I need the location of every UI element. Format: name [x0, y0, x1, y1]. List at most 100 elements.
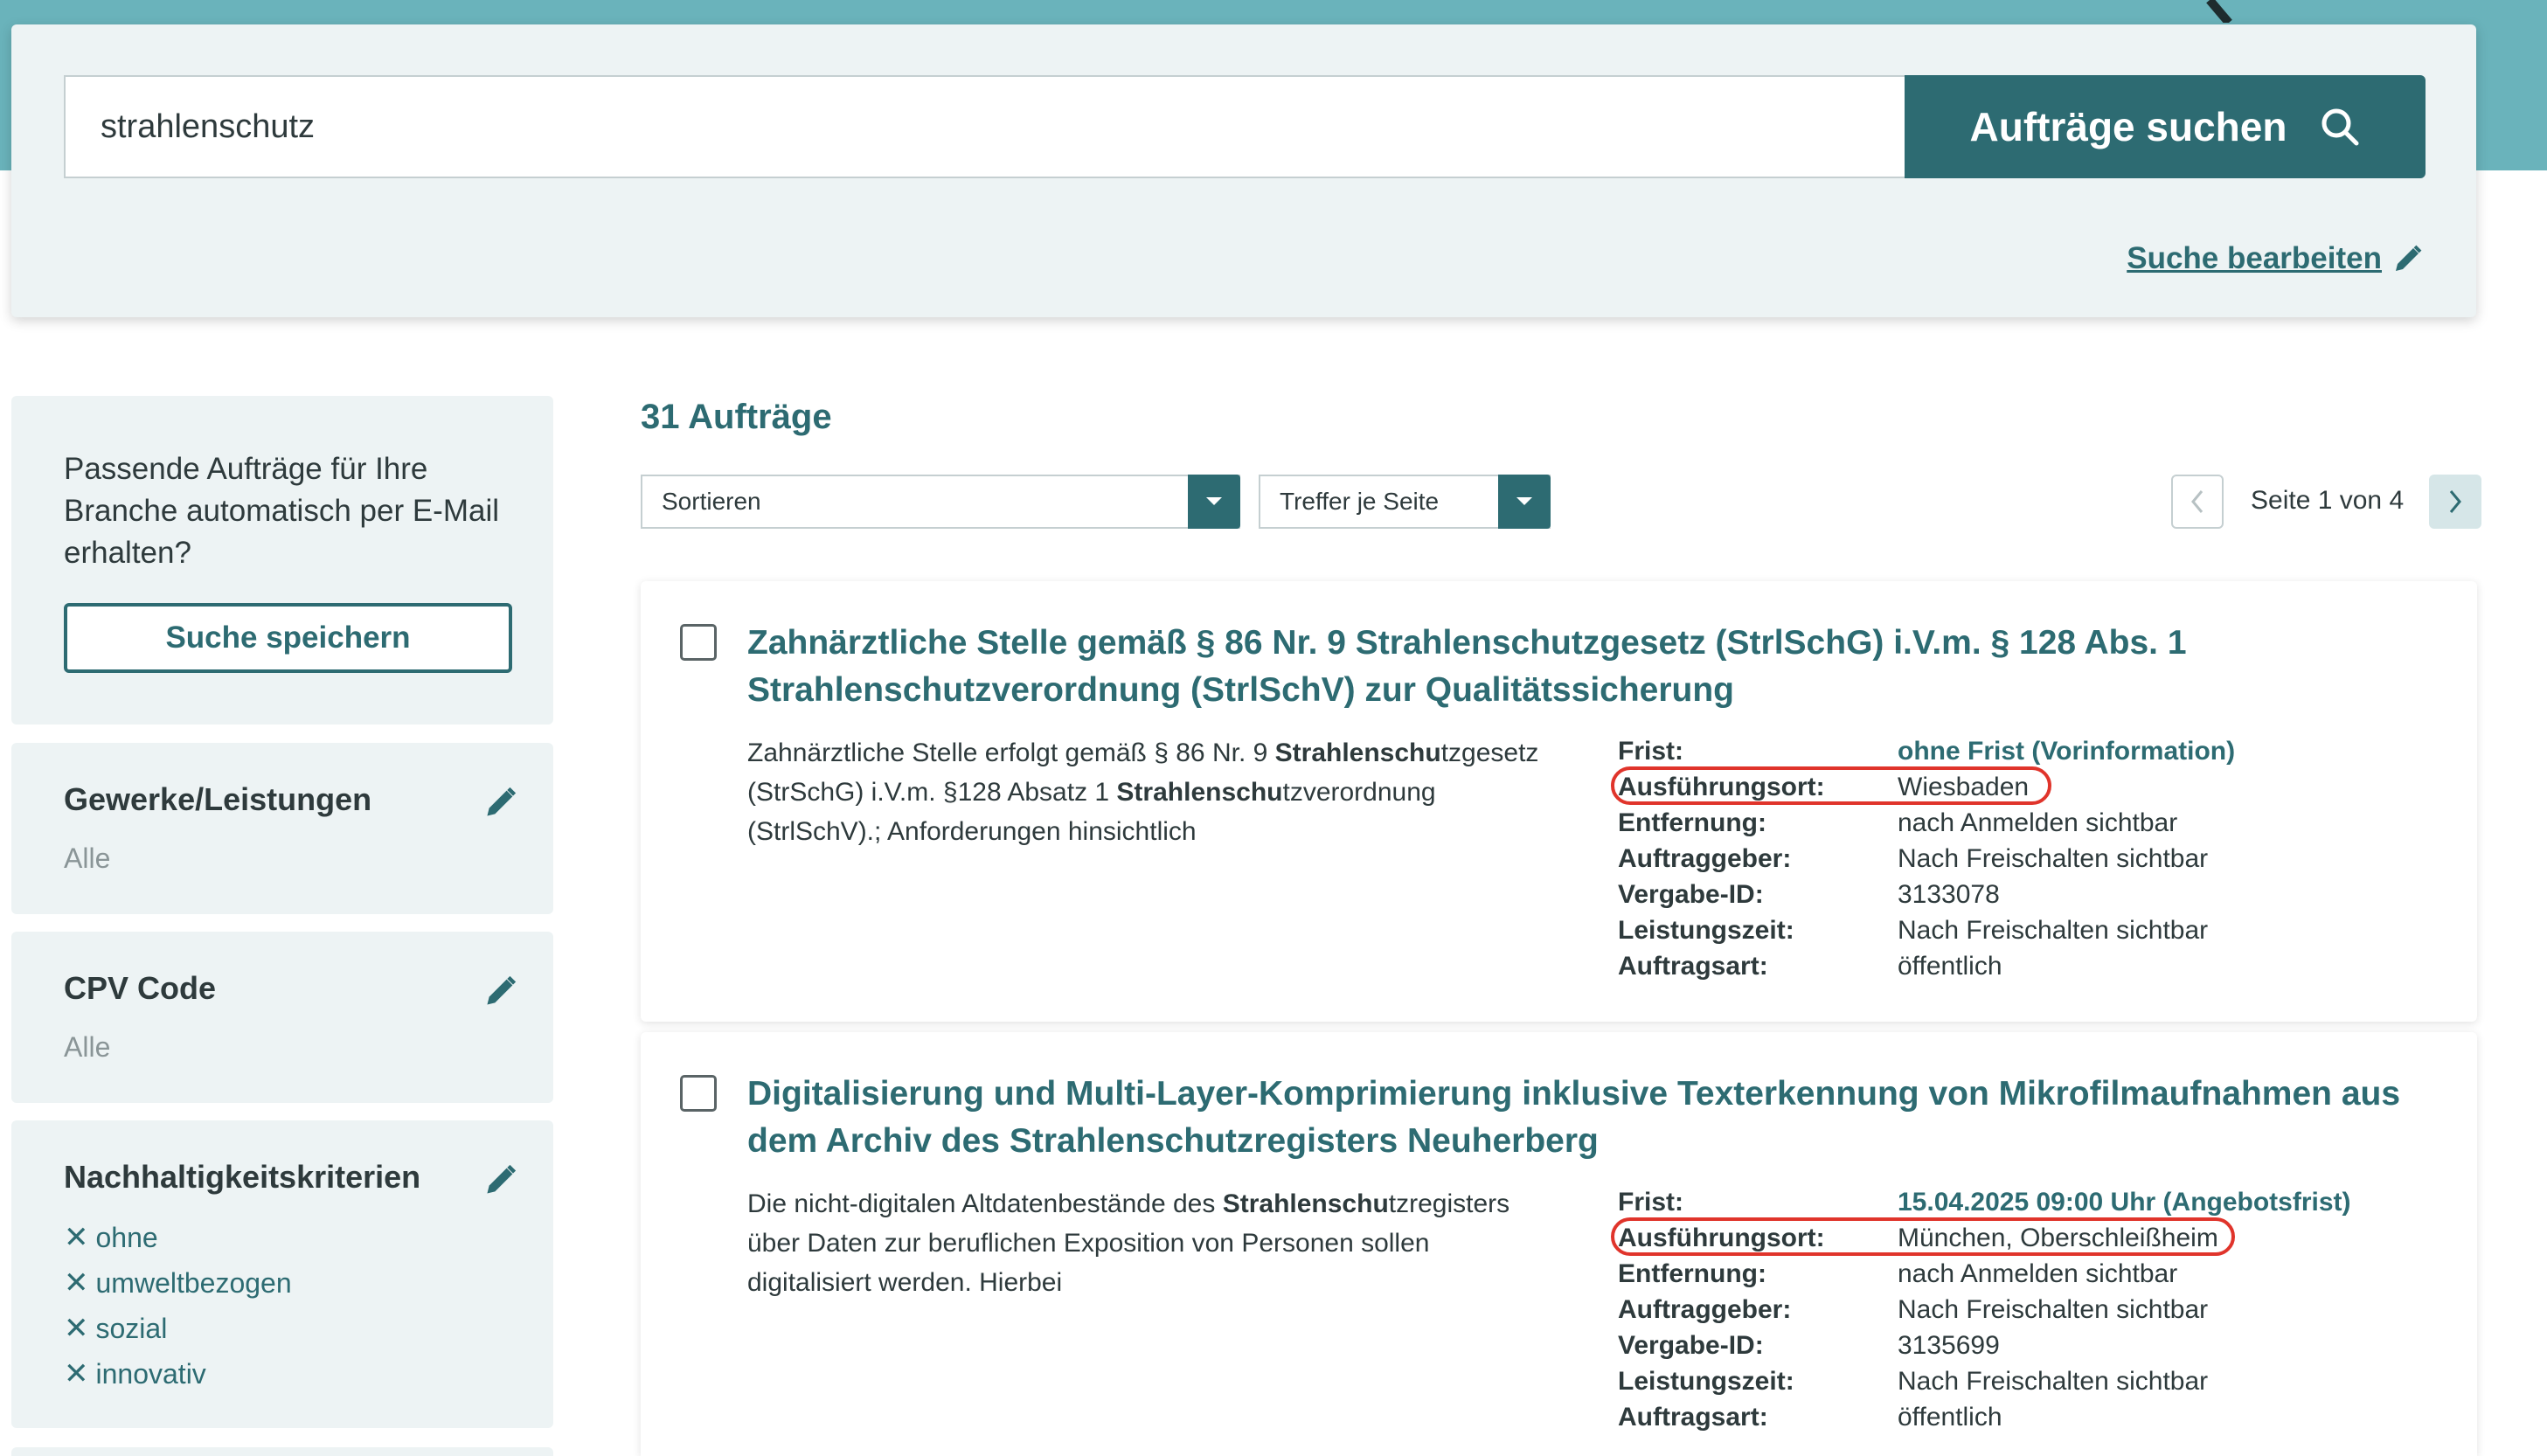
meta-label: Leistungszeit: — [1618, 1366, 1794, 1396]
close-icon[interactable]: ✕ — [64, 1215, 89, 1260]
filter-chip-list: ✕ ohne ✕ umweltbezogen ✕ sozial ✕ innovativ — [64, 1215, 501, 1397]
result-checkbox[interactable] — [680, 1075, 717, 1112]
pencil-icon[interactable] — [483, 1162, 518, 1197]
search-input[interactable] — [64, 75, 1906, 178]
meta-entfernung: Entfernung: nach Anmelden sichtbar — [1618, 1256, 2351, 1292]
result-meta: Frist: ohne Frist (Vorinformation) Ausfü… — [1611, 733, 2235, 984]
corner-decoration — [2206, 0, 2232, 23]
meta-leistungszeit: Leistungszeit: Nach Freischalten sichtba… — [1618, 1363, 2351, 1399]
meta-ort: Ausführungsort: Wiesbaden — [1611, 766, 2235, 805]
sort-select[interactable]: Sortieren — [641, 475, 1240, 529]
search-button[interactable]: Aufträge suchen — [1905, 75, 2426, 178]
annotation-highlight — [1611, 766, 2051, 805]
filter-title: Gewerke/Leistungen — [64, 781, 372, 817]
filter-gewerke[interactable]: Gewerke/Leistungen Alle — [11, 743, 553, 914]
result-card: Digitalisierung und Multi-Layer-Komprimi… — [641, 1032, 2477, 1456]
desc-highlight: Strahlenschu — [1116, 778, 1283, 807]
filter-chip[interactable]: ✕ umweltbezogen — [64, 1260, 501, 1306]
pager-next-button[interactable] — [2429, 475, 2481, 529]
sidebar-next-box — [11, 1447, 553, 1456]
meta-value: nach Anmelden sichtbar — [1898, 1258, 2178, 1288]
meta-label: Auftragsart: — [1618, 1402, 1768, 1432]
filter-nachhaltigkeit[interactable]: Nachhaltigkeitskriterien ✕ ohne ✕ umweltbe… — [11, 1120, 553, 1428]
meta-value: Nach Freischalten sichtbar — [1898, 1366, 2209, 1396]
filter-value: Alle — [64, 1031, 111, 1063]
meta-value: 3135699 — [1898, 1330, 2000, 1360]
result-title[interactable]: Digitalisierung und Multi-Layer-Komprimi… — [747, 1071, 2434, 1165]
search-button-label: Aufträge suchen — [1969, 104, 2287, 149]
meta-entfernung: Entfernung: nach Anmelden sichtbar — [1618, 805, 2235, 841]
meta-value: öffentlich — [1898, 951, 2002, 981]
result-description: Zahnärztliche Stelle erfolgt gemäß § 86 … — [747, 733, 1560, 851]
result-description: Die nicht-digitalen Altdatenbestände des… — [747, 1184, 1560, 1302]
promo-text: Passende Aufträge für Ihre Branche autom… — [64, 452, 499, 570]
desc-highlight: Strahlenschu — [1222, 1189, 1389, 1218]
meta-label: Vergabe-ID: — [1618, 1330, 1764, 1360]
filter-chip[interactable]: ✕ innovativ — [64, 1351, 501, 1397]
meta-leistungszeit: Leistungszeit: Nach Freischalten sichtba… — [1618, 912, 2235, 948]
meta-label: Auftragsart: — [1618, 951, 1768, 981]
meta-value: öffentlich — [1898, 1402, 2002, 1432]
meta-label: Frist: — [1618, 736, 1683, 766]
search-icon — [2321, 108, 2359, 146]
edit-search-link[interactable]: Suche bearbeiten — [2127, 241, 2424, 276]
pencil-icon — [2396, 245, 2422, 271]
result-checkbox[interactable] — [680, 624, 717, 661]
meta-label: Auftraggeber: — [1618, 1294, 1792, 1324]
filter-value: Alle — [64, 842, 111, 874]
close-icon[interactable]: ✕ — [64, 1306, 89, 1351]
meta-label: Vergabe-ID: — [1618, 879, 1764, 909]
chevron-down-icon[interactable] — [1188, 475, 1240, 529]
chevron-right-icon — [2449, 490, 2461, 513]
meta-frist: Frist: 15.04.2025 09:00 Uhr (Angebotsfri… — [1618, 1184, 2351, 1220]
desc-highlight: Strahlenschu — [1274, 738, 1441, 767]
edit-search-label: Suche bearbeiten — [2127, 241, 2382, 275]
save-search-promo: Passende Aufträge für Ihre Branche autom… — [11, 396, 553, 725]
meta-value: 15.04.2025 09:00 Uhr (Angebotsfrist) — [1898, 1187, 2351, 1217]
results-count: 31 Aufträge — [641, 398, 832, 436]
meta-auftraggeber: Auftraggeber: Nach Freischalten sichtbar — [1618, 1292, 2351, 1328]
close-icon[interactable]: ✕ — [64, 1351, 89, 1397]
search-panel: Aufträge suchen Suche bearbeiten — [11, 24, 2476, 317]
chip-label: innovativ — [95, 1358, 206, 1390]
meta-value: Nach Freischalten sichtbar — [1898, 1294, 2209, 1324]
sort-select-label: Sortieren — [662, 488, 761, 515]
filter-chip[interactable]: ✕ sozial — [64, 1306, 501, 1351]
pager-prev-button[interactable] — [2171, 475, 2224, 529]
pencil-icon[interactable] — [483, 785, 518, 820]
filter-title: Nachhaltigkeitskriterien — [64, 1159, 421, 1195]
filter-title: CPV Code — [64, 970, 217, 1006]
meta-value: ohne Frist (Vorinformation) — [1898, 736, 2236, 766]
per-page-select-label: Treffer je Seite — [1280, 488, 1440, 515]
pencil-icon[interactable] — [483, 974, 518, 1009]
filter-chip[interactable]: ✕ ohne — [64, 1215, 501, 1260]
meta-auftragsart: Auftragsart: öffentlich — [1618, 948, 2235, 984]
save-search-button[interactable]: Suche speichern — [64, 603, 512, 673]
chevron-down-icon[interactable] — [1498, 475, 1551, 529]
per-page-select[interactable]: Treffer je Seite — [1259, 475, 1551, 529]
meta-label: Entfernung: — [1618, 1258, 1766, 1288]
meta-value: nach Anmelden sichtbar — [1898, 808, 2178, 837]
meta-vergabe-id: Vergabe-ID: 3133078 — [1618, 877, 2235, 912]
meta-label: Auftraggeber: — [1618, 843, 1792, 873]
meta-value: 3133078 — [1898, 879, 2000, 909]
chip-label: umweltbezogen — [95, 1267, 292, 1299]
result-meta: Frist: 15.04.2025 09:00 Uhr (Angebotsfri… — [1611, 1184, 2351, 1435]
chevron-left-icon — [2191, 490, 2203, 513]
meta-value: Nach Freischalten sichtbar — [1898, 843, 2209, 873]
filter-cpv[interactable]: CPV Code Alle — [11, 932, 553, 1103]
close-icon[interactable]: ✕ — [64, 1260, 89, 1306]
desc-text: Zahnärztliche Stelle erfolgt gemäß § 86 … — [747, 738, 1275, 767]
meta-label: Frist: — [1618, 1187, 1683, 1217]
meta-auftragsart: Auftragsart: öffentlich — [1618, 1399, 2351, 1435]
result-card: Zahnärztliche Stelle gemäß § 86 Nr. 9 St… — [641, 581, 2477, 1022]
desc-text: Die nicht-digitalen Altdatenbestände des — [747, 1189, 1223, 1218]
meta-vergabe-id: Vergabe-ID: 3135699 — [1618, 1328, 2351, 1363]
meta-frist: Frist: ohne Frist (Vorinformation) — [1618, 733, 2235, 769]
meta-auftraggeber: Auftraggeber: Nach Freischalten sichtbar — [1618, 841, 2235, 877]
result-title[interactable]: Zahnärztliche Stelle gemäß § 86 Nr. 9 St… — [747, 620, 2434, 714]
meta-label: Leistungszeit: — [1618, 915, 1794, 945]
meta-ort: Ausführungsort: München, Oberschleißheim — [1611, 1217, 2351, 1256]
chip-label: ohne — [95, 1222, 158, 1253]
meta-label: Entfernung: — [1618, 808, 1766, 837]
